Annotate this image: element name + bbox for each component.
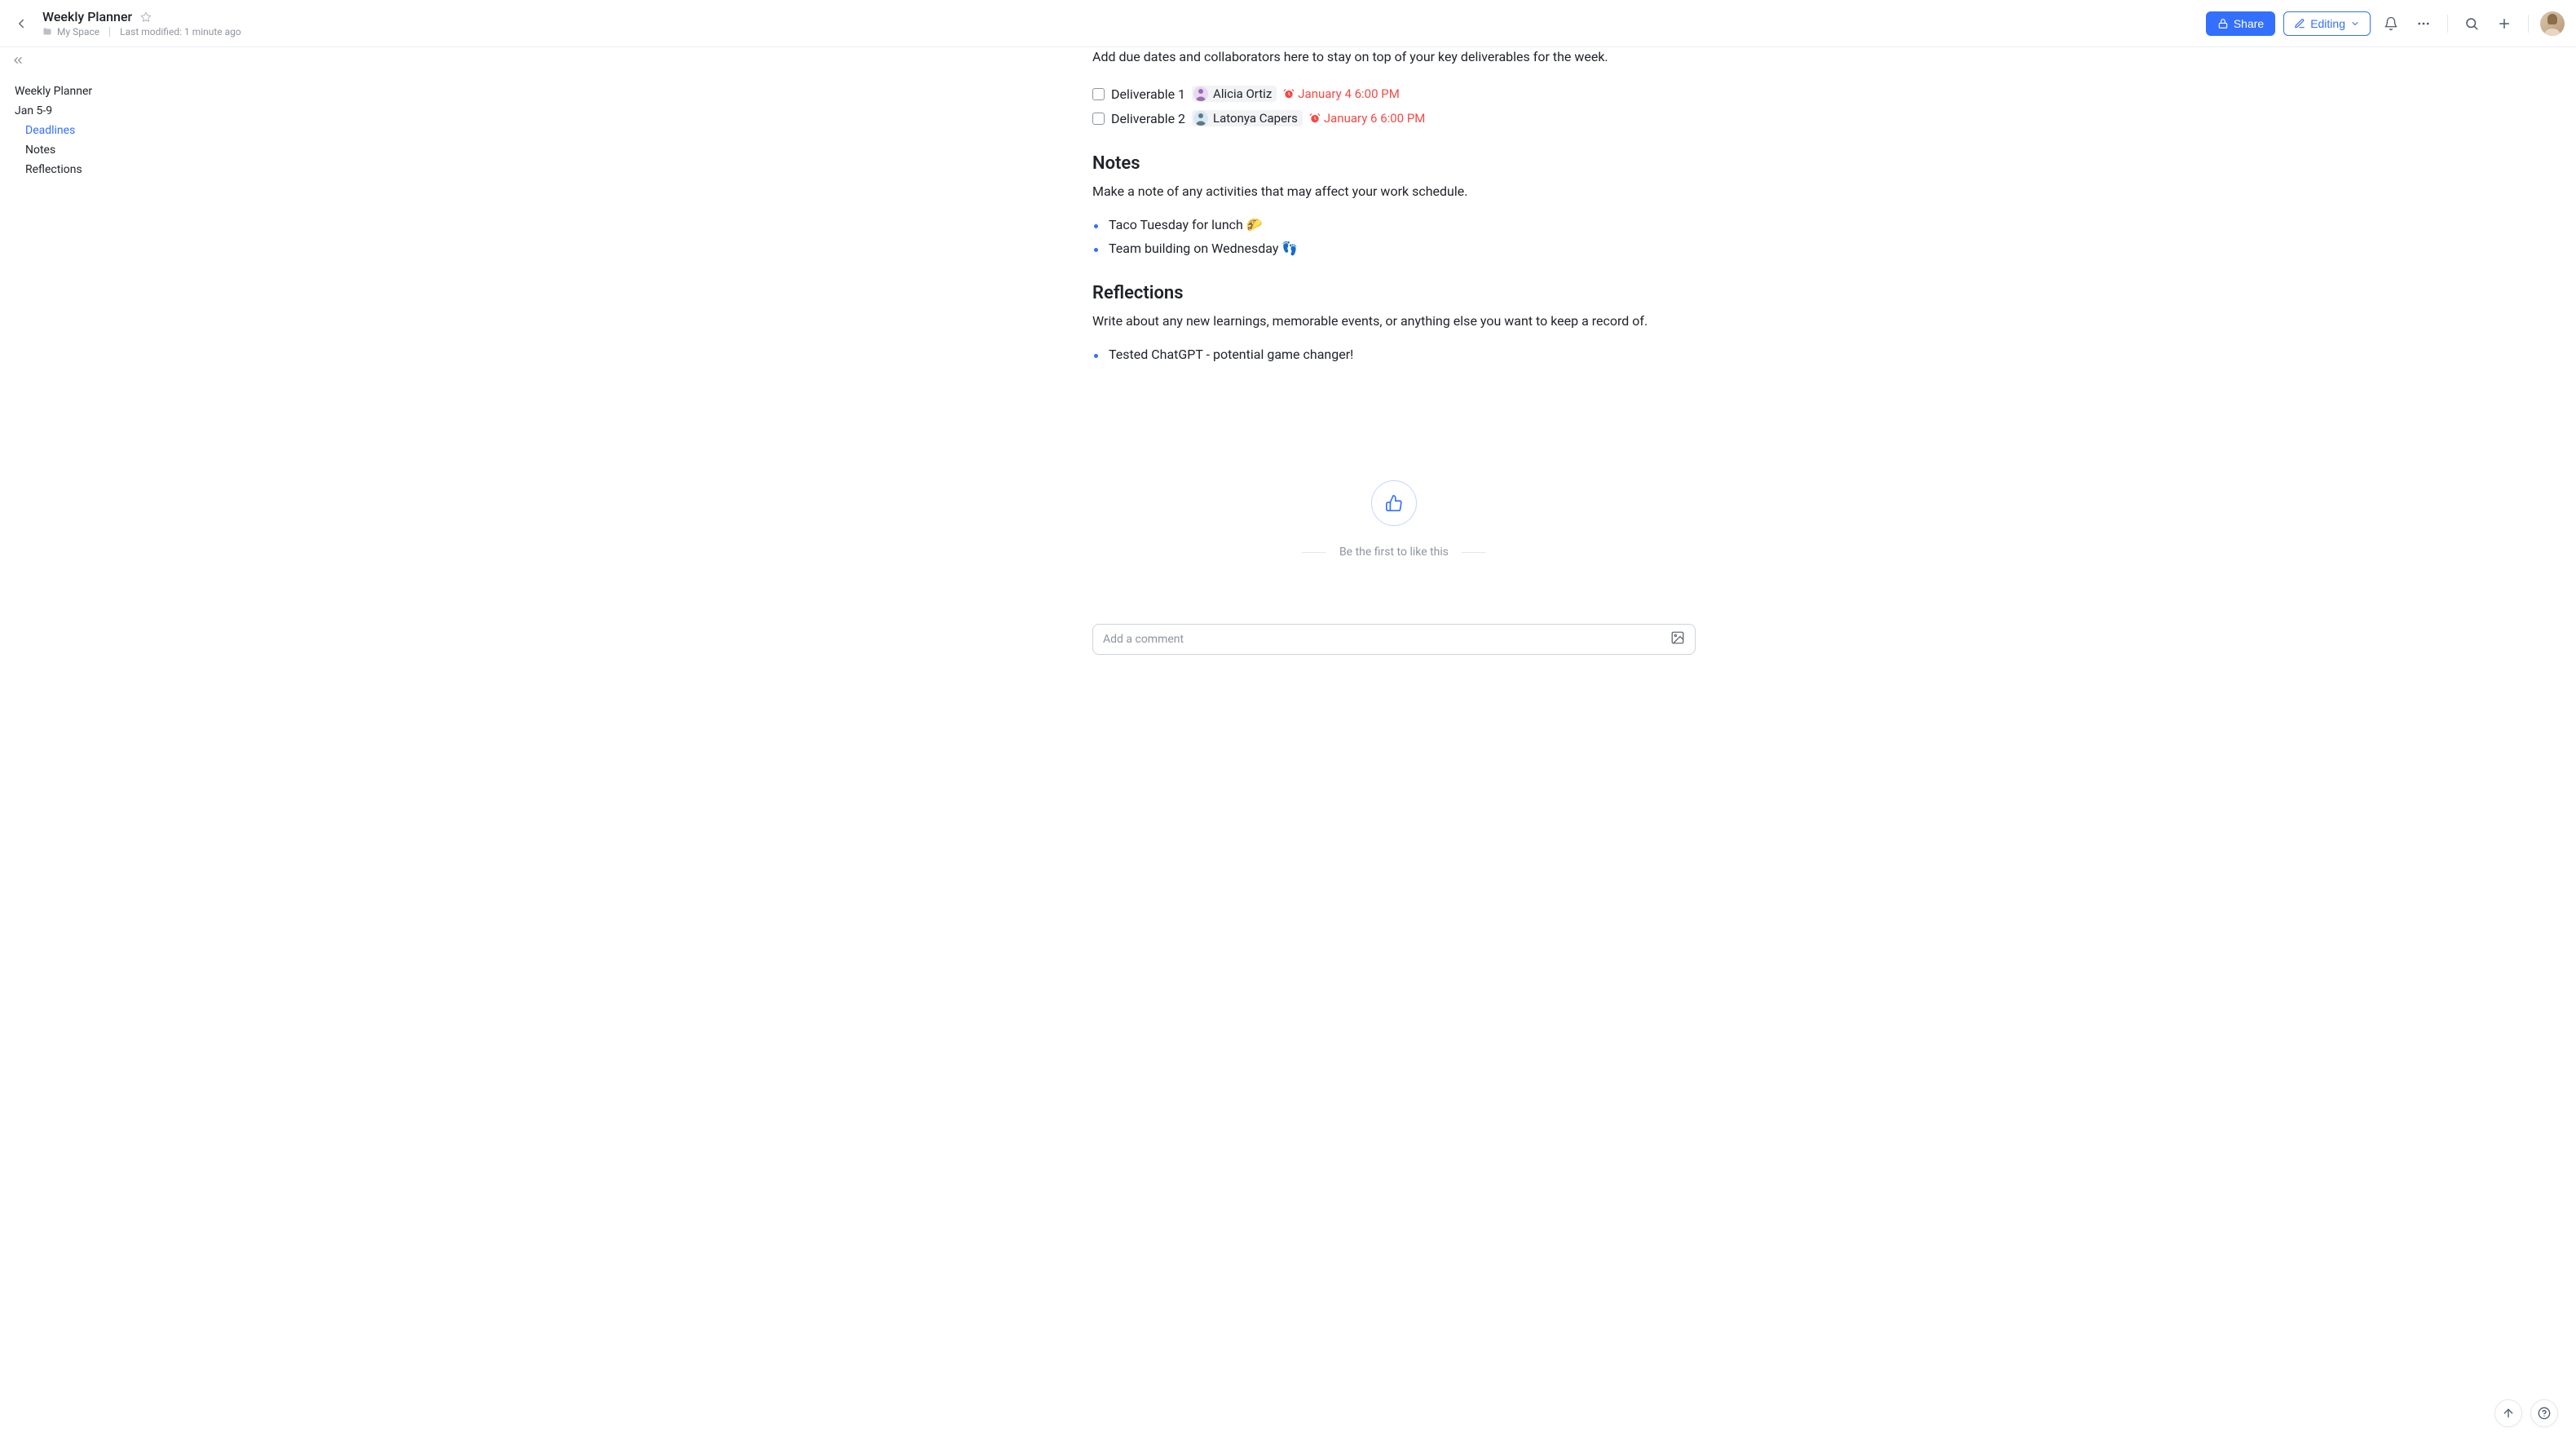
app-header: Weekly Planner My Space Last modified: 1…	[0, 0, 2576, 47]
list-item-text: Team building on Wednesday 👣	[1109, 241, 1298, 256]
title-block: Weekly Planner My Space Last modified: 1…	[42, 9, 241, 38]
divider	[1302, 552, 1326, 553]
share-label: Share	[2234, 17, 2264, 30]
image-icon	[1670, 630, 1685, 645]
header-left: Weekly Planner My Space Last modified: 1…	[11, 9, 241, 38]
due-label: January 4 6:00 PM	[1298, 86, 1400, 101]
content-scroll[interactable]: Add due dates and collaborators here to …	[212, 47, 2576, 1445]
pencil-icon	[2294, 18, 2305, 29]
outline-item[interactable]: Jan 5-9	[15, 101, 197, 121]
outline-item[interactable]: Reflections	[15, 160, 197, 179]
list-item[interactable]: Team building on Wednesday 👣	[1092, 236, 1696, 260]
separator	[2447, 15, 2448, 33]
section-heading-notes[interactable]: Notes	[1092, 153, 1696, 174]
mention-avatar	[1193, 86, 1208, 101]
task-row[interactable]: Deliverable 2 Latonya Capers January 6 6…	[1092, 106, 1696, 130]
chevron-double-left-icon	[11, 54, 24, 67]
list-item-text: Tested ChatGPT - potential game changer!	[1109, 347, 1353, 362]
arrow-up-icon	[2502, 1407, 2515, 1420]
like-section: Be the first to like this	[1092, 480, 1696, 559]
space-name: My Space	[57, 26, 99, 38]
reflections-description[interactable]: Write about any new learnings, memorable…	[1092, 312, 1696, 331]
bullet-icon	[1094, 224, 1098, 228]
plus-icon	[2497, 16, 2512, 31]
due-label: January 6 6:00 PM	[1324, 111, 1426, 126]
help-button[interactable]	[2530, 1399, 2558, 1427]
thumbs-up-icon	[1385, 494, 1403, 512]
space-link[interactable]: My Space	[42, 26, 99, 38]
star-icon	[140, 11, 152, 23]
help-icon	[2538, 1407, 2551, 1420]
separator	[2528, 15, 2529, 33]
task-row[interactable]: Deliverable 1 Alicia Ortiz January 4 6:0…	[1092, 82, 1696, 106]
alarm-icon	[1309, 113, 1321, 124]
mention-name: Alicia Ortiz	[1213, 86, 1272, 101]
mention-name: Latonya Capers	[1213, 111, 1298, 126]
mention-chip[interactable]: Latonya Capers	[1192, 110, 1303, 126]
user-avatar[interactable]	[2540, 11, 2565, 36]
alarm-icon	[1283, 88, 1295, 99]
doc-title[interactable]: Weekly Planner	[42, 9, 132, 24]
like-caption: Be the first to like this	[1339, 546, 1449, 559]
bullet-icon	[1094, 354, 1098, 358]
due-date[interactable]: January 4 6:00 PM	[1283, 86, 1400, 101]
chevron-down-icon	[2350, 19, 2360, 29]
header-right: Share Editing	[2206, 11, 2565, 36]
last-modified: Last modified: 1 minute ago	[120, 26, 241, 38]
floating-actions	[2494, 1399, 2558, 1427]
lock-icon	[2217, 18, 2229, 29]
dots-icon	[2416, 16, 2431, 31]
notes-description[interactable]: Make a note of any activities that may a…	[1092, 182, 1696, 201]
body: Weekly Planner Jan 5-9 Deadlines Notes R…	[0, 47, 2576, 1445]
search-icon	[2464, 16, 2479, 31]
due-date[interactable]: January 6 6:00 PM	[1309, 111, 1426, 126]
task-checkbox[interactable]	[1092, 113, 1105, 125]
favorite-button[interactable]	[140, 11, 152, 23]
outline-item[interactable]: Notes	[15, 140, 197, 160]
mention-avatar	[1193, 111, 1208, 126]
editing-label: Editing	[2310, 17, 2345, 30]
notifications-button[interactable]	[2379, 11, 2403, 36]
comment-placeholder: Add a comment	[1103, 633, 1184, 646]
list-item[interactable]: Tested ChatGPT - potential game changer!	[1092, 342, 1696, 366]
list-item[interactable]: Taco Tuesday for lunch 🌮	[1092, 213, 1696, 236]
outline-item[interactable]: Deadlines	[15, 121, 197, 140]
mention-chip[interactable]: Alicia Ortiz	[1192, 86, 1277, 102]
deadlines-intro[interactable]: Add due dates and collaborators here to …	[1092, 47, 1696, 67]
folder-icon	[42, 27, 52, 37]
task-title[interactable]: Deliverable 2	[1111, 111, 1185, 126]
person-icon	[1193, 111, 1208, 126]
like-button[interactable]	[1371, 480, 1417, 526]
search-button[interactable]	[2459, 11, 2484, 36]
avatar-icon	[2540, 11, 2565, 36]
share-button[interactable]: Share	[2206, 11, 2275, 36]
bell-icon	[2384, 16, 2398, 31]
outline-doc-title[interactable]: Weekly Planner	[15, 82, 197, 101]
outline-sidebar: Weekly Planner Jan 5-9 Deadlines Notes R…	[0, 47, 212, 1445]
collapse-sidebar-button[interactable]	[11, 54, 24, 70]
comment-input[interactable]: Add a comment	[1092, 624, 1696, 655]
task-title[interactable]: Deliverable 1	[1111, 86, 1185, 102]
separator	[109, 27, 110, 37]
person-icon	[1193, 86, 1208, 101]
title-row: Weekly Planner	[42, 9, 241, 24]
task-checkbox[interactable]	[1092, 88, 1105, 100]
outline: Weekly Planner Jan 5-9 Deadlines Notes R…	[0, 82, 212, 179]
bullet-icon	[1094, 248, 1098, 252]
editing-mode-button[interactable]: Editing	[2283, 11, 2371, 36]
chevron-left-icon	[14, 16, 29, 31]
list-item-text: Taco Tuesday for lunch 🌮	[1109, 217, 1263, 232]
section-heading-reflections[interactable]: Reflections	[1092, 283, 1696, 303]
document-content[interactable]: Add due dates and collaborators here to …	[1084, 47, 1704, 1445]
sub-row: My Space Last modified: 1 minute ago	[42, 26, 241, 38]
scroll-to-top-button[interactable]	[2494, 1399, 2522, 1427]
like-caption-row: Be the first to like this	[1092, 546, 1696, 559]
back-button[interactable]	[11, 14, 31, 33]
add-button[interactable]	[2492, 11, 2516, 36]
insert-image-button[interactable]	[1670, 630, 1685, 648]
more-button[interactable]	[2411, 11, 2436, 36]
divider	[1462, 552, 1486, 553]
